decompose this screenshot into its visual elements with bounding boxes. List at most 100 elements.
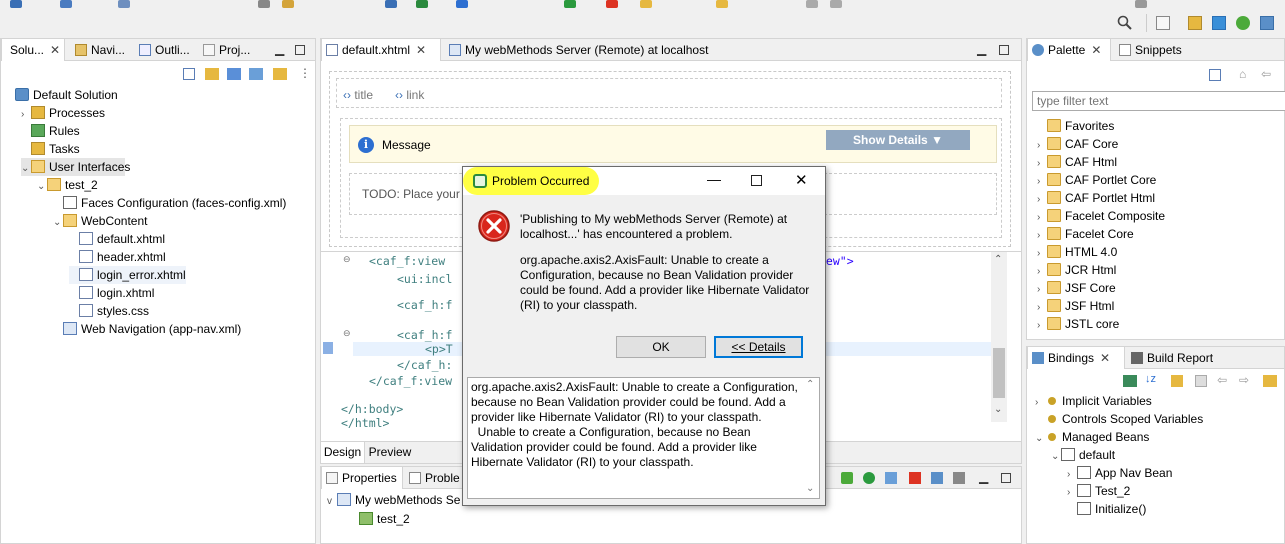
palette-drawer[interactable]: Favorites [1037, 117, 1114, 135]
scroll-thumb[interactable] [993, 348, 1005, 398]
tree-item[interactable]: Rules [21, 122, 80, 140]
link-icon[interactable] [205, 68, 219, 80]
tab-design[interactable]: Design [321, 442, 365, 463]
tab-default-xhtml[interactable]: default.xhtml ✕ [321, 39, 441, 61]
breadcrumb-title[interactable]: ‹› title [343, 88, 373, 102]
stop-icon[interactable] [606, 0, 618, 8]
toolbar-icon[interactable] [60, 0, 72, 8]
perspective-icon[interactable] [1188, 16, 1202, 30]
tree-item[interactable]: Faces Configuration (faces-config.xml) [53, 194, 286, 212]
tree-item[interactable]: ⌄ Managed Beans [1035, 428, 1149, 446]
chevron-right-icon[interactable]: › [1037, 317, 1047, 335]
palette-drawer[interactable]: › Facelet Composite [1037, 207, 1165, 225]
toolbar-icon[interactable] [10, 0, 22, 8]
tree-item[interactable]: default.xhtml [69, 230, 165, 248]
palette-drawer[interactable]: › HTML 4.0 [1037, 243, 1117, 261]
close-icon[interactable]: ✕ [1100, 351, 1110, 365]
stop-server-icon[interactable] [909, 472, 921, 484]
scroll-down-icon[interactable]: ⌄ [806, 483, 814, 494]
bindings-toolbar-icon[interactable] [1195, 375, 1207, 387]
maximize-icon[interactable] [999, 45, 1009, 55]
run-icon[interactable] [564, 0, 576, 8]
collapse-all-icon[interactable] [1209, 69, 1221, 81]
scroll-up-icon[interactable]: ⌃ [806, 379, 814, 390]
toolbar-icon[interactable] [1135, 0, 1147, 8]
tree-item[interactable]: › App Nav Bean [1067, 464, 1172, 482]
tree-item[interactable]: Tasks [21, 140, 80, 158]
filter-icon[interactable] [249, 68, 263, 80]
minimize-icon[interactable]: ▁ [977, 42, 986, 56]
back-icon[interactable]: ⇦ [1217, 373, 1227, 387]
toolbar-icon[interactable] [640, 0, 652, 8]
scroll-down-icon[interactable]: ⌄ [994, 404, 1002, 415]
fold-icon[interactable]: ⊖ [343, 254, 351, 265]
toolbar-icon[interactable] [416, 0, 428, 8]
chevron-down-icon[interactable]: ⌄ [21, 160, 31, 178]
list-item[interactable]: test_2 [359, 510, 410, 528]
toolbar-icon[interactable] [456, 0, 468, 8]
tree-item[interactable]: Initialize() [1067, 500, 1146, 518]
tab-properties[interactable]: Properties [321, 467, 403, 489]
start-server-icon[interactable] [863, 472, 875, 484]
ok-button[interactable]: OK [616, 336, 706, 358]
toolbar-icon[interactable] [282, 0, 294, 8]
tree-item[interactable]: › Test_2 [1067, 482, 1130, 500]
palette-drawer[interactable]: › CAF Portlet Html [1037, 189, 1155, 207]
minimize-icon[interactable]: ▁ [275, 42, 284, 56]
perspective-icon[interactable] [1260, 16, 1274, 30]
maximize-icon[interactable] [1001, 473, 1011, 483]
maximize-icon[interactable] [751, 175, 762, 186]
tab-preview[interactable]: Preview [365, 442, 415, 463]
minimize-icon[interactable]: ▁ [979, 470, 988, 484]
palette-drawer[interactable]: › CAF Portlet Core [1037, 171, 1156, 189]
palette-drawer[interactable]: › CAF Html [1037, 153, 1117, 171]
tree-item[interactable]: header.xhtml [69, 248, 166, 266]
toolbar-icon[interactable] [118, 0, 130, 8]
search-icon[interactable] [1117, 15, 1133, 31]
debug-icon[interactable] [841, 472, 853, 484]
close-icon[interactable]: ✕ [795, 171, 808, 189]
palette-drawer[interactable]: › CAF Core [1037, 135, 1118, 153]
tab-navigator[interactable]: Navi... [71, 39, 125, 61]
perspective-icon[interactable] [1212, 16, 1226, 30]
chevron-down-icon[interactable]: ⌄ [1051, 448, 1061, 466]
bindings-toolbar-icon[interactable] [1263, 375, 1277, 387]
tree-item[interactable]: › Implicit Variables [1035, 392, 1152, 410]
chevron-down-icon[interactable]: ⌄ [37, 178, 47, 196]
tab-palette[interactable]: Palette ✕ [1027, 39, 1111, 61]
collapse-all-icon[interactable] [183, 68, 195, 80]
clean-icon[interactable] [953, 472, 965, 484]
forward-icon[interactable] [830, 0, 842, 8]
close-icon[interactable]: ✕ [50, 43, 60, 57]
tab-problems[interactable]: Proble [405, 467, 460, 489]
publish-icon[interactable] [931, 472, 943, 484]
palette-drawer[interactable]: › JSF Html [1037, 297, 1114, 315]
details-button[interactable]: << Details [714, 336, 803, 358]
back-icon[interactable] [806, 0, 818, 8]
home-icon[interactable]: ⌂ [1239, 67, 1253, 81]
tree-item[interactable]: Controls Scoped Variables [1035, 410, 1203, 428]
tree-item[interactable]: › Processes [21, 104, 105, 122]
palette-drawer[interactable]: › JCR Html [1037, 261, 1116, 279]
bindings-toolbar-icon[interactable] [1171, 375, 1183, 387]
forward-icon[interactable]: ⇨ [1239, 373, 1249, 387]
maximize-icon[interactable] [295, 45, 305, 55]
sync-icon[interactable] [227, 68, 241, 80]
tree-item[interactable]: Default Solution [5, 86, 118, 104]
breadcrumb-link[interactable]: ‹› link [395, 88, 424, 102]
tree-item[interactable]: ⌄ default [1051, 446, 1115, 464]
chevron-down-icon[interactable]: ⌄ [53, 214, 63, 232]
tab-build-report[interactable]: Build Report [1127, 347, 1213, 369]
tab-outline[interactable]: Outli... [135, 39, 190, 61]
palette-drawer[interactable]: › JSF Core [1037, 279, 1116, 297]
chevron-down-icon[interactable]: ⌄ [1035, 430, 1045, 448]
fold-icon[interactable]: ⊖ [343, 328, 351, 339]
tab-bindings[interactable]: Bindings ✕ [1027, 347, 1125, 369]
tree-item[interactable]: styles.css [69, 302, 149, 320]
palette-drawer[interactable]: › Facelet Core [1037, 225, 1134, 243]
tree-item[interactable]: login_error.xhtml [69, 266, 186, 284]
minimize-icon[interactable]: — [707, 171, 721, 187]
sort-icon[interactable] [1123, 375, 1137, 387]
view-menu-icon[interactable]: ⋮ [299, 66, 311, 80]
tab-solutions[interactable]: Solu... ✕ [1, 39, 65, 61]
